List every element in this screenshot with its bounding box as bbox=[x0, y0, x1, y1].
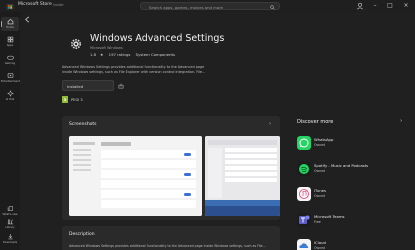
search-box[interactable]: Search apps, games, movies and more bbox=[140, 2, 280, 10]
library-icon bbox=[7, 219, 13, 225]
insider-badge: Insider bbox=[53, 2, 64, 7]
ratings-count[interactable]: 197 ratings bbox=[109, 52, 131, 57]
discover-item-name: Microsoft Teams bbox=[314, 214, 345, 219]
discover-item-price: Free bbox=[314, 220, 321, 224]
app-description: Advanced Windows Settings provides addit… bbox=[62, 65, 232, 75]
description-body: Advanced Windows Settings provides addit… bbox=[69, 244, 266, 248]
screenshot-2[interactable] bbox=[205, 136, 280, 216]
home-icon bbox=[7, 18, 13, 25]
sidebar-item-whats-new[interactable]: What's new bbox=[1, 205, 19, 216]
discover-item-itunes[interactable]: iTunes Owned bbox=[297, 187, 407, 205]
sidebar-label-ai-hub: AI Hub bbox=[5, 98, 15, 101]
sidebar-item-library[interactable]: Library bbox=[1, 218, 19, 229]
installed-button[interactable]: Installed bbox=[62, 80, 114, 91]
discover-item-icloud[interactable]: iCloud Owned bbox=[297, 239, 407, 250]
pegi-label: PEGI 3 bbox=[71, 97, 83, 102]
discover-item-price: Owned bbox=[314, 246, 326, 250]
downloads-icon bbox=[7, 234, 13, 240]
navigation-sidebar: Home Apps Gaming Entertainment AI Hub Wh… bbox=[0, 12, 20, 250]
discover-item-name: iTunes bbox=[314, 188, 326, 193]
whats-new-icon bbox=[7, 206, 13, 211]
screenshots-section: Screenshots › bbox=[62, 116, 280, 220]
pegi-number: 3 bbox=[63, 97, 67, 102]
discover-item-name: WhatsApp bbox=[314, 137, 334, 142]
settings-screenshot-image bbox=[69, 136, 202, 216]
entertainment-icon bbox=[7, 73, 13, 78]
icloud-icon bbox=[297, 239, 311, 250]
rating-row: 1.8 ★ 197 ratings System Components bbox=[90, 52, 179, 57]
screenshot-1[interactable] bbox=[69, 136, 202, 216]
description-line-2: inside Windows settings, such as File Ex… bbox=[62, 69, 206, 74]
sidebar-label-downloads: Downloads bbox=[2, 241, 18, 244]
store-logo-icon bbox=[6, 4, 14, 10]
itunes-icon bbox=[297, 187, 311, 201]
title-bar: Microsoft Store Insider Search apps, gam… bbox=[0, 0, 415, 12]
rating-value: 1.8 bbox=[90, 52, 97, 57]
close-button[interactable]: × bbox=[402, 2, 410, 10]
sidebar-label-home: Home bbox=[6, 26, 14, 29]
whatsapp-icon bbox=[297, 136, 311, 150]
gaming-icon bbox=[6, 55, 14, 60]
screenshots-title: Screenshots bbox=[69, 122, 97, 127]
sidebar-label-library: Library bbox=[5, 226, 15, 229]
app-publisher[interactable]: Microsoft Windows bbox=[90, 46, 123, 50]
back-arrow-icon[interactable] bbox=[23, 15, 32, 24]
share-icon[interactable] bbox=[118, 83, 124, 89]
discover-chevron-right-icon[interactable]: › bbox=[400, 118, 402, 124]
app-title: Windows Advanced Settings bbox=[90, 33, 225, 44]
chevron-right-icon[interactable]: › bbox=[269, 121, 271, 127]
sidebar-item-entertainment[interactable]: Entertainment bbox=[1, 72, 20, 83]
discover-item-name: iCloud bbox=[314, 240, 326, 245]
sidebar-item-gaming[interactable]: Gaming bbox=[1, 54, 19, 65]
installed-label: Installed bbox=[67, 84, 84, 89]
discover-item-whatsapp[interactable]: WhatsApp Owned bbox=[297, 136, 407, 154]
main-content: Windows Advanced Settings Microsoft Wind… bbox=[20, 12, 415, 250]
settings-gear-icon bbox=[71, 39, 81, 49]
sidebar-item-home[interactable]: Home bbox=[1, 18, 19, 29]
sidebar-item-downloads[interactable]: Downloads bbox=[1, 233, 19, 244]
discover-item-price: Owned bbox=[314, 169, 326, 173]
window-title: Microsoft Store bbox=[18, 2, 52, 7]
search-placeholder[interactable]: Search apps, games, movies and more bbox=[149, 5, 223, 10]
pegi-rating-badge: 3 bbox=[62, 96, 68, 103]
microsoft-teams-icon bbox=[297, 213, 311, 227]
description-title: Description bbox=[69, 232, 95, 237]
apps-icon bbox=[7, 36, 13, 43]
sidebar-item-apps[interactable]: Apps bbox=[1, 36, 19, 47]
star-icon: ★ bbox=[100, 52, 104, 57]
explorer-screenshot-image bbox=[205, 136, 280, 216]
sidebar-label-entertainment: Entertainment bbox=[1, 80, 20, 83]
description-section: Description Advanced Windows Settings pr… bbox=[62, 226, 280, 250]
sidebar-label-gaming: Gaming bbox=[4, 62, 16, 65]
discover-more-title: Discover more bbox=[297, 119, 334, 125]
sidebar-item-ai-hub[interactable]: AI Hub bbox=[1, 90, 19, 101]
spotify-icon bbox=[297, 162, 311, 176]
discover-item-price: Owned bbox=[314, 194, 326, 198]
minimize-button[interactable]: – bbox=[371, 2, 379, 10]
account-avatar-icon[interactable] bbox=[356, 2, 364, 10]
discover-item-spotify[interactable]: Spotify - Music and Podcasts Owned bbox=[297, 162, 407, 180]
sidebar-label-whats-new: What's new bbox=[2, 213, 18, 216]
discover-item-name: Spotify - Music and Podcasts bbox=[314, 163, 369, 168]
discover-item-microsoft-teams[interactable]: Microsoft Teams Free bbox=[297, 213, 407, 231]
ai-hub-icon bbox=[6, 90, 14, 97]
app-category[interactable]: System Components bbox=[136, 52, 175, 57]
search-icon[interactable] bbox=[270, 4, 275, 10]
sidebar-label-apps: Apps bbox=[6, 44, 14, 47]
maximize-button[interactable]: □ bbox=[386, 2, 394, 10]
discover-item-price: Owned bbox=[314, 143, 326, 147]
